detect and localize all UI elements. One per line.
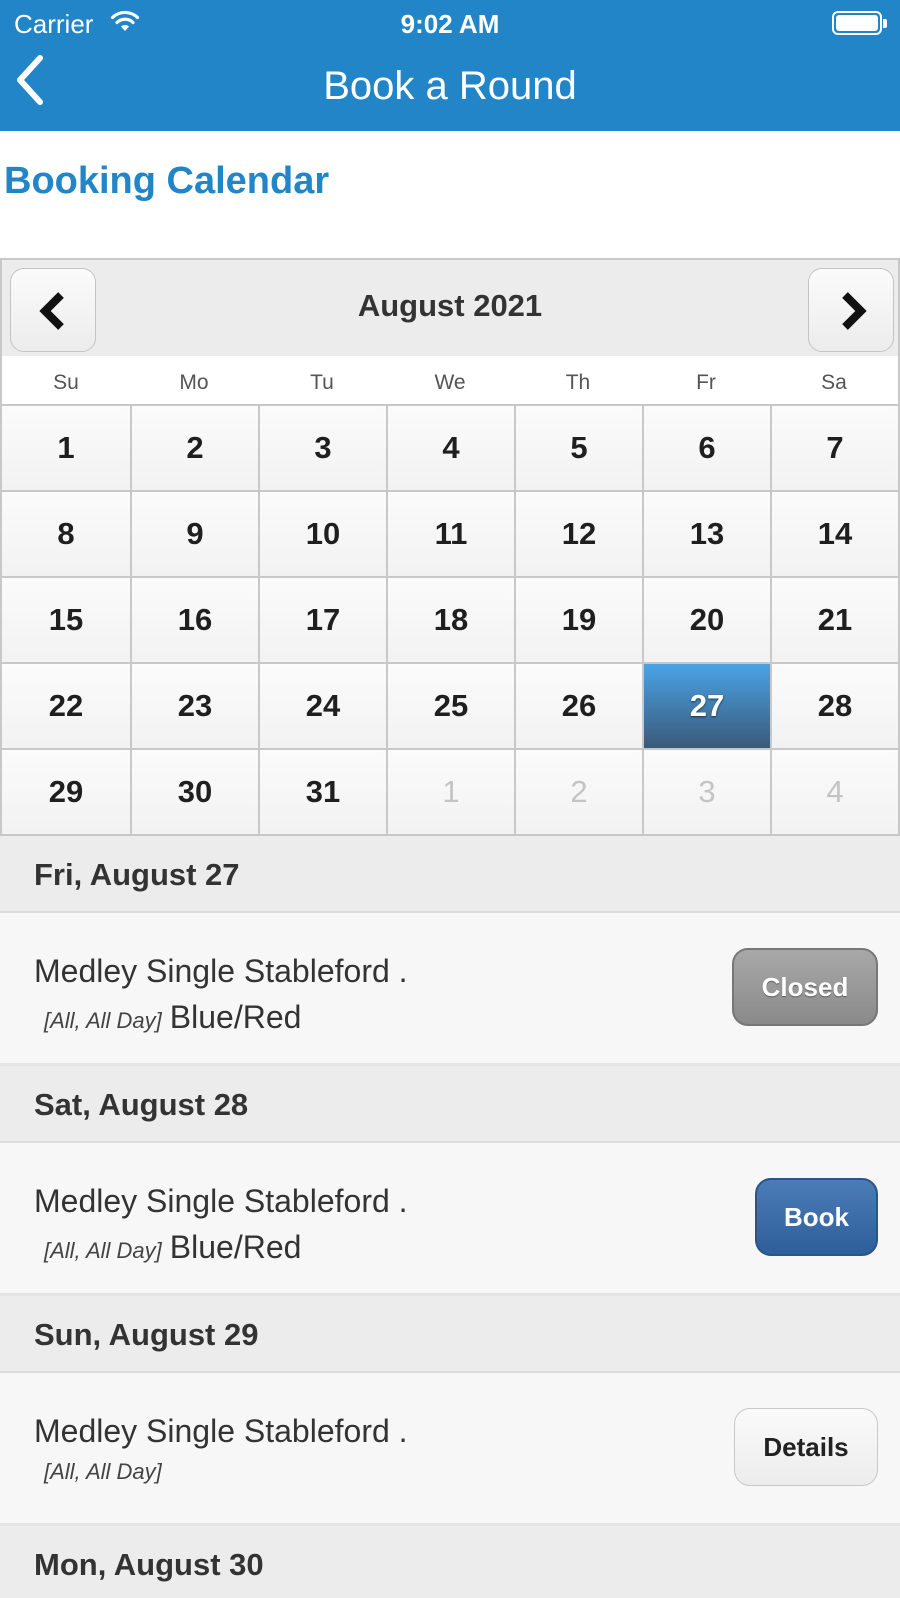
date-header-label: Fri, August 27 [34,857,240,892]
top-bar: Carrier 9:02 AM Book a Round [0,0,900,131]
date-header-label: Mon, August 30 [34,1547,264,1582]
date-header: Fri, August 27 [0,836,900,912]
status-bar: Carrier 9:02 AM [0,0,900,46]
calendar-day-31[interactable]: 31 [258,748,386,834]
weekday-label: Tu [310,371,334,394]
date-header: Sun, August 29 [0,1296,900,1372]
weekday-label: Mo [179,371,209,394]
event-tag: [All, All Day] [44,1238,162,1263]
nav-title: Book a Round [323,64,577,108]
battery-icon [832,11,887,35]
event-meta: [All, All Day] Blue/Red [44,1229,301,1266]
calendar-day-1[interactable]: 1 [2,404,130,490]
closed-button[interactable]: Closed [732,948,878,1026]
calendar-day-17[interactable]: 17 [258,576,386,662]
calendar-day-30[interactable]: 30 [130,748,258,834]
weekday-label: Su [53,371,79,394]
page-title: Booking Calendar [4,160,330,202]
day-grid: 1 2 3 4 5 6 7 8 9 10 11 12 13 14 15 16 17 18 19 20 21 22 23 24 2… [2,404,898,834]
calendar-day-7[interactable]: 7 [770,404,898,490]
calendar-day-15[interactable]: 15 [2,576,130,662]
calendar-day-22[interactable]: 22 [2,662,130,748]
event-item: Medley Single Stableford . [All, All Day… [0,1372,900,1526]
event-name: Medley Single Stableford . [34,1413,408,1449]
event-item: Medley Single Stableford . [All, All Day… [0,1142,900,1296]
calendar-day-27[interactable]: 27 [642,662,770,748]
calendar-day-21[interactable]: 21 [770,576,898,662]
event-item: Medley Single Stableford . [All, All Day… [0,912,900,1066]
weekday-label: Th [565,371,591,394]
event-tag: [All, All Day] [44,1459,162,1484]
calendar-day-5[interactable]: 5 [514,404,642,490]
calendar-day-19[interactable]: 19 [514,576,642,662]
event-tees: Blue/Red [169,1229,302,1265]
calendar-day-8[interactable]: 8 [2,490,130,576]
calendar-day-next-4[interactable]: 4 [770,748,898,834]
book-button[interactable]: Book [755,1178,878,1256]
event-meta: [All, All Day] [44,1459,162,1485]
calendar-day-6[interactable]: 6 [642,404,770,490]
calendar-day-3[interactable]: 3 [258,404,386,490]
calendar-day-next-3[interactable]: 3 [642,748,770,834]
weekday-row: Su Mo Tu We Th Fr Sa [2,356,898,404]
calendar-day-13[interactable]: 13 [642,490,770,576]
event-tag: [All, All Day] [44,1008,162,1033]
chevron-right-icon [842,292,867,330]
details-button[interactable]: Details [734,1408,878,1486]
event-tees: Blue/Red [169,999,302,1035]
calendar-day-2[interactable]: 2 [130,404,258,490]
weekday-label: Sa [821,371,847,394]
date-header-label: Sat, August 28 [34,1087,249,1122]
calendar-day-4[interactable]: 4 [386,404,514,490]
calendar-day-25[interactable]: 25 [386,662,514,748]
booking-calendar: August 2021 Su Mo Tu We Th Fr Sa 1234567… [0,258,900,836]
calendar-day-next-2[interactable]: 2 [514,748,642,834]
event-name: Medley Single Stableford . [34,953,408,989]
calendar-day-18[interactable]: 18 [386,576,514,662]
event-meta: [All, All Day] Blue/Red [44,999,301,1036]
calendar-day-12[interactable]: 12 [514,490,642,576]
calendar-day-24[interactable]: 24 [258,662,386,748]
calendar-day-next-1[interactable]: 1 [386,748,514,834]
calendar-day-29[interactable]: 29 [2,748,130,834]
calendar-day-26[interactable]: 26 [514,662,642,748]
month-label: August 2021 [357,288,543,323]
next-month-button[interactable] [808,268,894,352]
calendar-day-28[interactable]: 28 [770,662,898,748]
calendar-day-20[interactable]: 20 [642,576,770,662]
calendar-day-11[interactable]: 11 [386,490,514,576]
weekday-label: Fr [696,371,716,394]
date-header: Mon, August 30 [0,1526,900,1598]
calendar-day-10[interactable]: 10 [258,490,386,576]
calendar-header: August 2021 [2,260,898,356]
weekday-label: We [434,371,466,394]
date-header: Sat, August 28 [0,1066,900,1142]
date-header-label: Sun, August 29 [34,1317,259,1352]
clock: 9:02 AM [400,9,500,39]
event-name: Medley Single Stableford . [34,1183,408,1219]
calendar-day-14[interactable]: 14 [770,490,898,576]
calendar-day-16[interactable]: 16 [130,576,258,662]
calendar-day-23[interactable]: 23 [130,662,258,748]
calendar-day-9[interactable]: 9 [130,490,258,576]
